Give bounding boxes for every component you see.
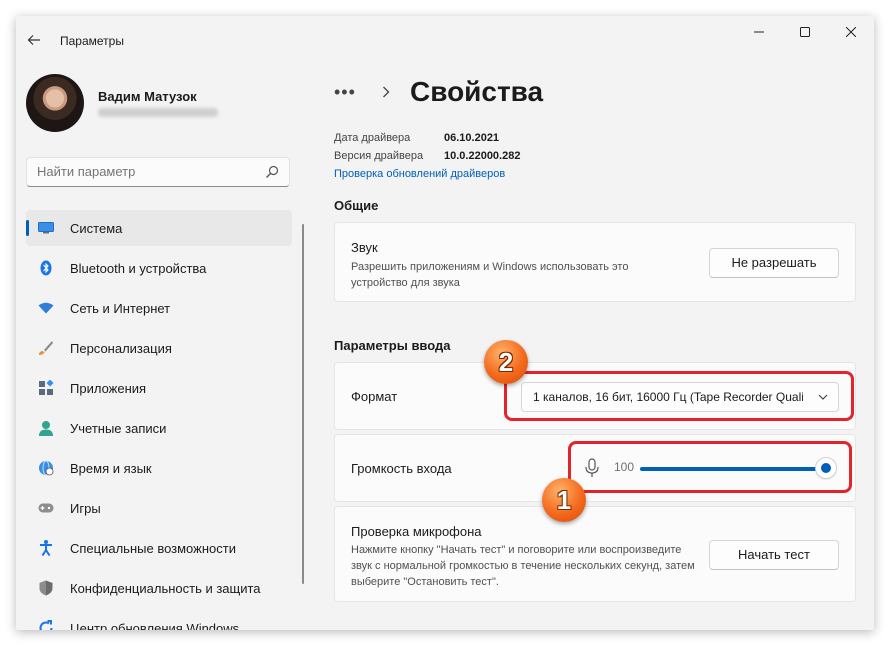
driver-info: Дата драйвера 06.10.2021 Версия драйвера…	[334, 129, 520, 183]
sidebar-item-label: Конфиденциальность и защита	[70, 580, 261, 596]
user-name: Вадим Матузок	[98, 89, 197, 104]
sidebar-item-label: Bluetooth и устройства	[70, 260, 207, 276]
accessibility-icon	[38, 540, 54, 556]
sidebar-scrollbar[interactable]	[302, 224, 304, 584]
brush-icon	[38, 340, 54, 356]
sidebar-item-label: Система	[70, 220, 123, 236]
update-icon	[38, 620, 54, 630]
driver-date-value: 06.10.2021	[444, 132, 500, 144]
sound-card: Звук Разрешить приложениям и Windows исп…	[334, 222, 856, 302]
mic-test-description: Нажмите кнопку "Начать тест" и поговорит…	[351, 544, 695, 588]
search-input[interactable]	[37, 158, 257, 186]
sidebar-item-label: Приложения	[70, 380, 147, 396]
chevron-right-icon	[382, 86, 396, 98]
sidebar-item-personalization[interactable]: Персонализация	[26, 330, 292, 366]
breadcrumb: ••• Свойства	[334, 72, 543, 112]
driver-version-label: Версия драйвера	[334, 150, 424, 162]
step-marker-2: 2	[484, 340, 528, 384]
sidebar-item-time-language[interactable]: Время и язык	[26, 450, 292, 486]
sidebar-item-label: Время и язык	[70, 460, 152, 476]
driver-version-value: 10.0.22000.282	[444, 150, 521, 162]
app-title: Параметры	[60, 34, 124, 48]
step-marker-1: 1	[542, 478, 586, 522]
settings-window: Параметры Вадим Матузок Система	[16, 16, 874, 630]
sidebar-item-accessibility[interactable]: Специальные возможности	[26, 530, 292, 566]
sidebar-item-label: Центр обновления Windows	[70, 620, 240, 631]
input-section-title: Параметры ввода	[334, 338, 451, 353]
main-content: ••• Свойства Дата драйвера 06.10.2021 Ве…	[318, 16, 874, 630]
sidebar-item-label: Персонализация	[70, 340, 172, 356]
sound-title: Звук	[351, 240, 378, 255]
sidebar-item-network[interactable]: Сеть и Интернет	[26, 290, 292, 326]
avatar	[26, 74, 84, 132]
sidebar-item-apps[interactable]: Приложения	[26, 370, 292, 406]
search-icon[interactable]	[265, 165, 279, 179]
sidebar-item-label: Специальные возможности	[70, 540, 236, 556]
sidebar-item-privacy[interactable]: Конфиденциальность и защита	[26, 570, 292, 606]
back-arrow-icon	[27, 35, 40, 45]
sound-description: Разрешить приложениям и Windows использо…	[351, 261, 629, 289]
breadcrumb-more-button[interactable]: •••	[334, 82, 374, 103]
person-icon	[38, 420, 54, 436]
page-title: Свойства	[410, 76, 544, 107]
sidebar-item-bluetooth[interactable]: Bluetooth и устройства	[26, 250, 292, 286]
wifi-icon	[38, 300, 54, 316]
sidebar-item-gaming[interactable]: Игры	[26, 490, 292, 526]
back-button[interactable]	[20, 26, 48, 54]
sidebar-nav: Система Bluetooth и устройства Сеть и Ин…	[26, 210, 292, 630]
sidebar-item-label: Игры	[70, 500, 101, 516]
highlight-format-dropdown	[504, 371, 854, 421]
sidebar-item-system[interactable]: Система	[26, 210, 292, 246]
mic-test-title: Проверка микрофона	[351, 524, 482, 539]
sidebar-item-accounts[interactable]: Учетные записи	[26, 410, 292, 446]
check-driver-updates-link[interactable]: Проверка обновлений драйверов	[334, 165, 505, 183]
sidebar-item-label: Сеть и Интернет	[70, 300, 171, 316]
sidebar-item-label: Учетные записи	[70, 420, 167, 436]
highlight-volume-slider	[568, 441, 852, 493]
shield-icon	[38, 580, 54, 596]
search-box[interactable]	[26, 157, 290, 187]
driver-date-label: Дата драйвера	[334, 132, 411, 144]
monitor-icon	[38, 220, 54, 236]
start-test-button[interactable]: Начать тест	[709, 540, 839, 570]
apps-icon	[38, 380, 54, 396]
disallow-button[interactable]: Не разрешать	[709, 248, 839, 278]
sidebar-item-windows-update[interactable]: Центр обновления Windows	[26, 610, 292, 630]
bluetooth-icon	[38, 260, 54, 276]
mic-test-card: Проверка микрофона Нажмите кнопку "Начат…	[334, 506, 856, 602]
format-label: Формат	[351, 389, 398, 404]
input-volume-label: Громкость входа	[351, 461, 452, 476]
globe-clock-icon	[38, 460, 54, 476]
user-email-blurred	[98, 108, 218, 117]
gamepad-icon	[38, 500, 54, 516]
general-section-title: Общие	[334, 198, 379, 213]
